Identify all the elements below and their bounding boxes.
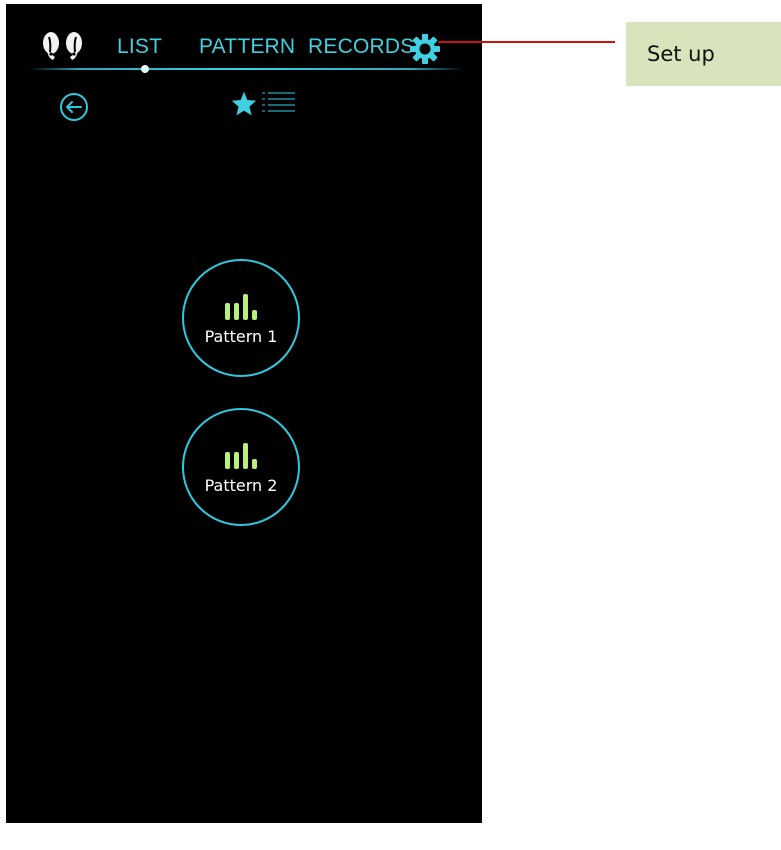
- tab-list[interactable]: LIST: [117, 34, 162, 60]
- list-icon[interactable]: [262, 91, 296, 117]
- phone-screen: LIST PATTERN RECORDS Pattern 1 Pattern 2: [6, 4, 482, 823]
- callout-label: Set up: [647, 42, 715, 66]
- pattern-2-button[interactable]: Pattern 2: [182, 408, 300, 526]
- pattern-1-button[interactable]: Pattern 1: [182, 259, 300, 377]
- bars-icon: [225, 443, 257, 469]
- tab-pattern[interactable]: PATTERN: [199, 34, 295, 60]
- pattern-label: Pattern 2: [204, 476, 278, 495]
- top-nav: LIST PATTERN RECORDS: [6, 4, 482, 74]
- pattern-label: Pattern 1: [204, 327, 278, 346]
- back-arrow-icon[interactable]: [58, 91, 90, 123]
- earbuds-icon[interactable]: [39, 30, 89, 62]
- nav-underline: [28, 68, 464, 70]
- star-icon[interactable]: [230, 90, 258, 118]
- bars-icon: [225, 294, 257, 320]
- tab-records[interactable]: RECORDS: [308, 34, 414, 60]
- callout-line: [438, 41, 615, 43]
- active-tab-indicator: [141, 65, 149, 73]
- callout-box: Set up: [626, 22, 781, 86]
- gear-icon[interactable]: [410, 34, 440, 64]
